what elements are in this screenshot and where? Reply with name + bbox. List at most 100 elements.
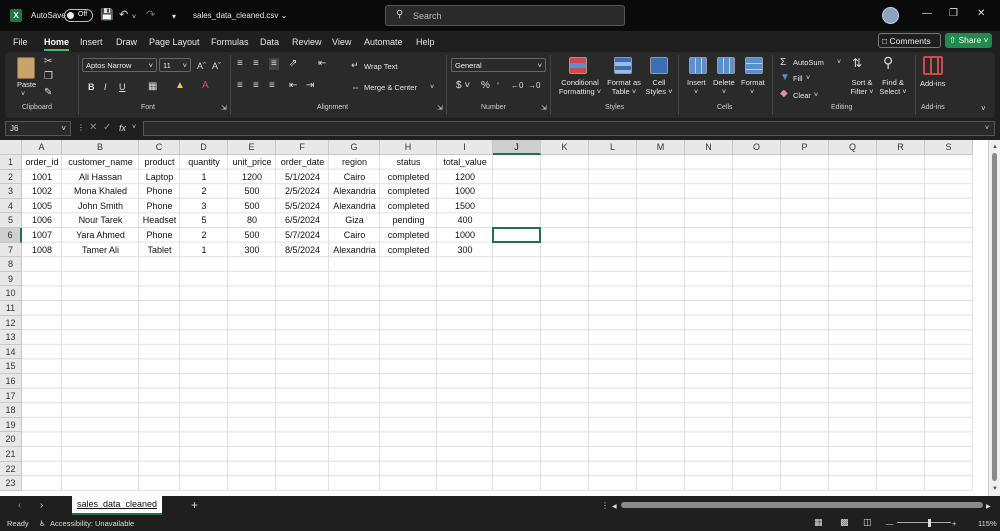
chevron-down-icon[interactable]: ˅ <box>750 88 754 97</box>
row-header-23[interactable]: 23 <box>0 476 22 491</box>
alignment-dialog-launcher-icon[interactable]: ⇲ <box>437 103 443 115</box>
row-header-18[interactable]: 18 <box>0 403 22 418</box>
format-as-table-button[interactable]: Format as Table ˅ <box>604 78 644 96</box>
table-cell[interactable]: 1 <box>180 243 228 258</box>
customize-icon[interactable]: ▾ <box>172 10 176 24</box>
scroll-up-icon[interactable]: ▲ <box>992 141 998 153</box>
table-cell[interactable]: 500 <box>228 228 276 243</box>
column-header-f[interactable]: F <box>276 140 329 155</box>
row-header-14[interactable]: 14 <box>0 344 22 360</box>
zoom-out-icon[interactable]: — <box>886 519 894 528</box>
font-dialog-launcher-icon[interactable]: ⇲ <box>221 103 227 115</box>
number-format-select[interactable]: General ˅ <box>451 58 546 72</box>
column-header-n[interactable]: N <box>685 140 733 155</box>
format-painter-icon[interactable]: ✎ <box>44 87 52 99</box>
table-cell[interactable]: 1007 <box>22 228 62 243</box>
column-header-g[interactable]: G <box>329 140 380 155</box>
cut-icon[interactable]: ✂ <box>44 56 52 68</box>
table-cell[interactable]: 80 <box>228 213 276 228</box>
add-ins-button[interactable]: Add-ins <box>920 79 945 88</box>
formula-input[interactable] <box>143 121 995 136</box>
table-cell[interactable]: completed <box>380 184 437 199</box>
table-cell[interactable]: 2/5/2024 <box>276 184 329 199</box>
table-cell[interactable]: Phone <box>139 228 180 243</box>
table-cell[interactable]: 1000 <box>437 228 493 243</box>
align-top-icon[interactable]: ≡ <box>237 58 243 70</box>
table-cell[interactable]: 1 <box>180 170 228 185</box>
name-box[interactable]: J6 ˅ <box>5 121 71 136</box>
row-header-15[interactable]: 15 <box>0 359 22 374</box>
table-cell[interactable]: completed <box>380 228 437 243</box>
underline-icon[interactable]: U <box>119 81 126 93</box>
prev-sheet-icon[interactable]: ‹ <box>18 500 21 512</box>
redo-icon[interactable]: ↷ <box>146 8 155 22</box>
file-name[interactable]: sales_data_cleaned.csv ⌄ <box>193 11 287 20</box>
indent-icon[interactable]: ⇤ <box>318 58 326 70</box>
row-header-1[interactable]: 1 <box>0 155 22 170</box>
table-cell[interactable]: 2 <box>180 184 228 199</box>
italic-icon[interactable]: I <box>104 81 107 93</box>
comments-button[interactable]: □ Comments <box>878 33 941 48</box>
row-header-4[interactable]: 4 <box>0 198 22 214</box>
restore-icon[interactable]: ❐ <box>949 8 958 19</box>
font-size-select[interactable]: 11 ˅ <box>159 58 191 72</box>
table-cell[interactable]: 5/1/2024 <box>276 170 329 185</box>
cell-styles-icon[interactable] <box>650 57 668 74</box>
align-left-icon[interactable]: ≡ <box>237 80 243 92</box>
tab-view[interactable]: View <box>332 37 351 47</box>
column-header-b[interactable]: B <box>62 140 139 155</box>
percent-icon[interactable]: % <box>481 80 490 92</box>
add-sheet-button[interactable]: + <box>191 499 198 511</box>
table-cell[interactable]: Alexandria <box>329 184 380 199</box>
autosum-icon[interactable]: Σ <box>780 57 786 69</box>
row-header-22[interactable]: 22 <box>0 461 22 477</box>
table-cell[interactable]: Cairo <box>329 170 380 185</box>
collapse-ribbon-icon[interactable]: ˅ <box>981 103 986 115</box>
row-header-12[interactable]: 12 <box>0 315 22 331</box>
table-cell[interactable]: Phone <box>139 199 180 214</box>
tab-help[interactable]: Help <box>416 37 435 47</box>
table-cell[interactable]: completed <box>380 199 437 214</box>
add-ins-icon[interactable] <box>923 56 943 75</box>
chevron-down-icon[interactable]: ˅ <box>806 74 810 83</box>
paste-icon[interactable] <box>17 57 35 79</box>
header-cell-total-value[interactable]: total_value <box>437 155 493 170</box>
borders-icon[interactable]: ▦ <box>148 81 157 93</box>
table-cell[interactable]: 1006 <box>22 213 62 228</box>
increase-indent-icon[interactable]: ⇥ <box>306 80 314 92</box>
more-options-icon[interactable]: ⋮ <box>601 500 609 512</box>
row-header-13[interactable]: 13 <box>0 330 22 345</box>
chevron-down-icon[interactable]: ˅ <box>722 88 726 97</box>
table-cell[interactable]: Mona Khaled <box>62 184 139 199</box>
vertical-scrollbar[interactable]: ▲ ▼ <box>988 140 1000 496</box>
table-cell[interactable]: Yara Ahmed <box>62 228 139 243</box>
sort-filter-button[interactable]: Sort & Filter ˅ <box>849 78 875 96</box>
table-cell[interactable]: 1008 <box>22 243 62 258</box>
table-cell[interactable]: 1200 <box>437 170 493 185</box>
zoom-level[interactable]: 115% <box>978 519 997 528</box>
next-sheet-icon[interactable]: › <box>40 500 43 512</box>
header-cell-customer-name[interactable]: customer_name <box>62 155 139 170</box>
column-header-s[interactable]: S <box>925 140 973 155</box>
row-header-2[interactable]: 2 <box>0 169 22 185</box>
table-cell[interactable]: Tablet <box>139 243 180 258</box>
column-header-i[interactable]: I <box>437 140 493 155</box>
autosave-toggle[interactable]: Off <box>64 9 93 22</box>
enter-icon[interactable]: ✓ <box>103 122 111 134</box>
align-right-icon[interactable]: ≡ <box>269 80 275 92</box>
chevron-down-icon[interactable]: ˅ <box>430 83 434 92</box>
expand-formula-bar-icon[interactable]: ˅ <box>985 123 989 135</box>
accessibility-status[interactable]: Accessibility: Unavailable <box>50 519 134 528</box>
table-cell[interactable]: 300 <box>437 243 493 258</box>
row-header-21[interactable]: 21 <box>0 447 22 462</box>
clear-button[interactable]: Clear <box>793 91 811 100</box>
more-options-icon[interactable]: ⋮ <box>77 122 85 134</box>
row-header-19[interactable]: 19 <box>0 417 22 433</box>
wrap-text-button[interactable]: Wrap Text <box>364 62 398 71</box>
delete-cells-button[interactable]: Delete <box>713 78 735 87</box>
align-center-icon[interactable]: ≡ <box>253 80 259 92</box>
close-icon[interactable]: ✕ <box>977 8 985 19</box>
orientation-icon[interactable]: ⇗ <box>289 58 297 70</box>
format-cells-button[interactable]: Format <box>741 78 765 87</box>
tab-formulas[interactable]: Formulas <box>211 37 249 47</box>
